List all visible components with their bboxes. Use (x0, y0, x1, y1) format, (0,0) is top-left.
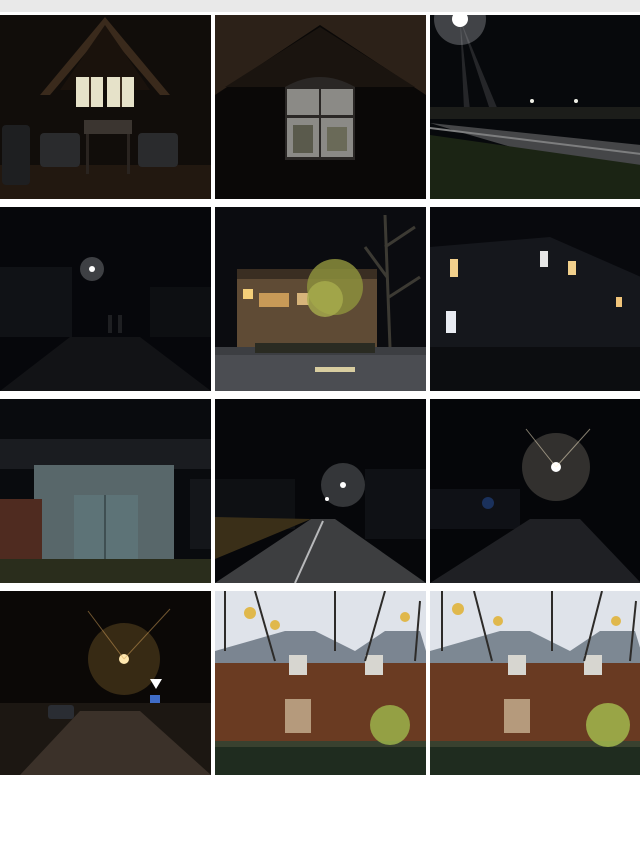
photo-tile-wooden-house-day-2[interactable] (430, 591, 640, 775)
wooden-house-2-image (430, 591, 640, 775)
road-center-image (215, 399, 426, 583)
photo-tile-dark-building-windows[interactable] (430, 207, 640, 391)
attic-room-image (0, 15, 211, 199)
orange-street-image (0, 591, 211, 775)
photo-tile-attic-window[interactable] (215, 15, 426, 199)
photo-tile-lit-house-tree[interactable] (215, 207, 426, 391)
wooden-house-1-image (215, 591, 426, 775)
photo-tile-wooden-house-day-1[interactable] (215, 591, 426, 775)
photo-tile-garage-door[interactable] (0, 399, 211, 583)
photo-tile-road-bright-light[interactable] (430, 399, 640, 583)
photo-tile-night-road-streetlight[interactable] (430, 15, 640, 199)
attic-window-image (215, 15, 426, 199)
photo-grid (0, 15, 640, 775)
dark-building-image (430, 207, 640, 391)
night-road-image (430, 15, 640, 199)
road-bright-image (430, 399, 640, 583)
photo-tile-orange-street-car[interactable] (0, 591, 211, 775)
dark-street-image (0, 207, 211, 391)
photo-tile-dark-street-figures[interactable] (0, 207, 211, 391)
photo-tile-road-center-light[interactable] (215, 399, 426, 583)
garage-door-image (0, 399, 211, 583)
top-status-strip (0, 0, 640, 12)
lit-house-image (215, 207, 426, 391)
photo-tile-attic-room[interactable] (0, 15, 211, 199)
